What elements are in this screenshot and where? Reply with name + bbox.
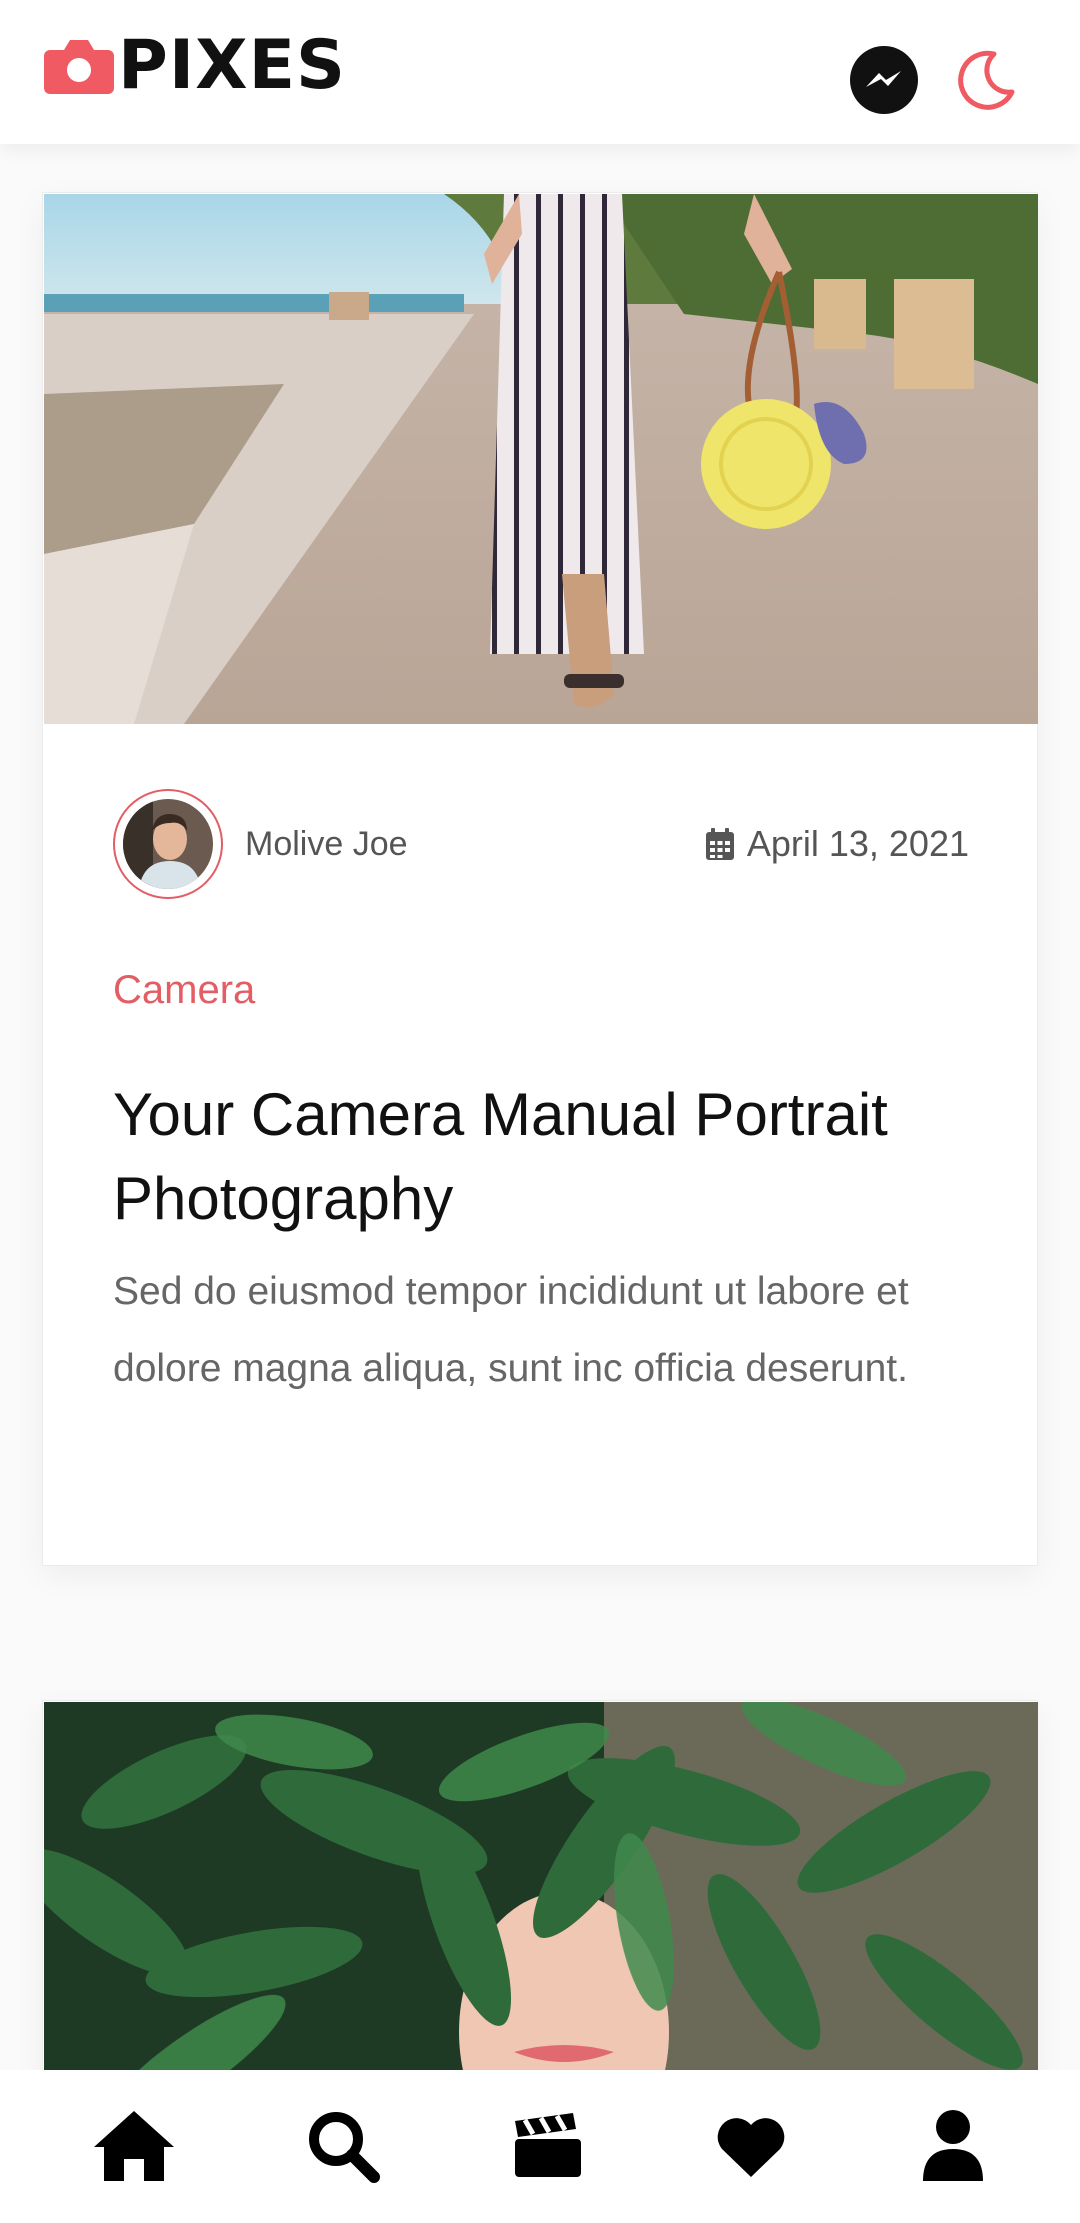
camera-logo-icon (44, 40, 114, 94)
bottom-navigation (42, 2070, 1038, 2223)
author-avatar[interactable] (113, 789, 223, 899)
nav-profile[interactable] (908, 2106, 998, 2186)
nav-home[interactable] (89, 2106, 179, 2186)
post-card[interactable]: Molive Joe April 13, 2021 Camera Your Ca… (42, 192, 1038, 1566)
nav-search[interactable] (298, 2106, 388, 2186)
post-date-text: April 13, 2021 (746, 823, 969, 864)
post-card[interactable] (42, 1700, 1038, 2070)
search-icon (309, 2112, 380, 2183)
app-header: PIXES (0, 0, 1080, 144)
home-icon (94, 2111, 174, 2181)
clapperboard-icon (515, 2113, 581, 2177)
post-category[interactable]: Camera (113, 965, 255, 1015)
post-image[interactable] (44, 1702, 1038, 2070)
nav-favorites[interactable] (706, 2106, 796, 2186)
nav-videos[interactable] (502, 2106, 592, 2186)
post-title[interactable]: Your Camera Manual Portrait Photography (113, 1073, 993, 1241)
author-name[interactable]: Molive Joe (245, 823, 408, 865)
post-meta: Molive Joe April 13, 2021 (113, 789, 969, 899)
messenger-icon (850, 46, 918, 114)
post-feed[interactable]: Molive Joe April 13, 2021 Camera Your Ca… (0, 144, 1080, 2070)
messenger-button[interactable] (848, 44, 920, 116)
moon-icon (958, 50, 1015, 110)
post-excerpt: Sed do eiusmod tempor incididunt ut labo… (113, 1270, 909, 1390)
user-icon (923, 2110, 983, 2181)
dark-mode-toggle[interactable] (950, 44, 1022, 116)
logo-text: PIXES (118, 26, 346, 105)
post-image[interactable] (44, 194, 1038, 724)
heart-icon (717, 2118, 785, 2177)
post-date: April 13, 2021 (705, 823, 969, 865)
logo[interactable]: PIXES (44, 30, 346, 102)
calendar-icon (705, 828, 734, 860)
